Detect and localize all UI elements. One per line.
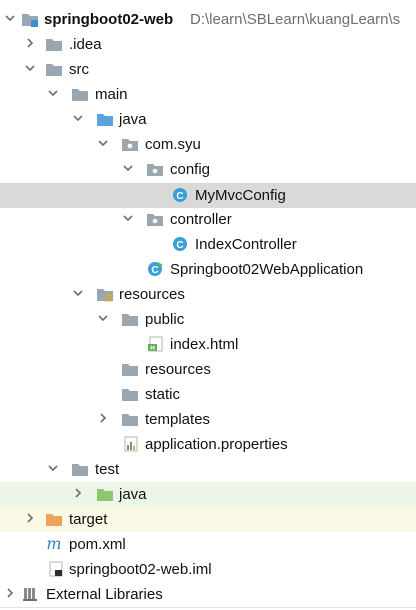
package-icon	[147, 164, 163, 176]
node-label: main	[95, 86, 128, 103]
folder-icon	[46, 39, 62, 51]
tree-node-properties[interactable]: application.properties	[0, 432, 416, 457]
node-label: controller	[170, 211, 232, 228]
tree-node-project[interactable]: springboot02-web D:\learn\SBLearn\kuangL…	[0, 7, 416, 32]
node-label: index.html	[170, 336, 239, 353]
chevron-down-icon[interactable]	[121, 161, 135, 175]
node-label: static	[145, 386, 181, 403]
chevron-down-icon[interactable]	[96, 311, 110, 325]
node-label: application.properties	[145, 436, 288, 453]
node-label: com.syu	[145, 136, 201, 153]
node-label: config	[170, 161, 211, 178]
tree-node-indexhtml[interactable]: H index.html	[0, 332, 416, 357]
node-label: templates	[145, 411, 211, 428]
tree-node-resources-sub[interactable]: resources	[0, 357, 416, 382]
chevron-right-icon[interactable]	[23, 511, 37, 525]
svg-text:m: m	[46, 536, 61, 552]
chevron-right-icon[interactable]	[23, 36, 37, 50]
tree-node-src[interactable]: src	[0, 57, 416, 82]
resources-folder-icon	[97, 289, 113, 302]
tree-node-idea[interactable]: .idea	[0, 32, 416, 57]
chevron-down-icon[interactable]	[23, 61, 37, 75]
node-label: target	[69, 511, 108, 528]
library-icon	[23, 588, 37, 601]
chevron-down-icon[interactable]	[46, 461, 60, 475]
svg-text:C: C	[176, 240, 183, 251]
svg-text:C: C	[176, 191, 183, 202]
svg-text:C: C	[151, 265, 158, 276]
tree-node-target[interactable]: target	[0, 507, 416, 532]
chevron-down-icon[interactable]	[121, 211, 135, 225]
package-icon	[147, 214, 163, 226]
folder-icon	[122, 364, 138, 376]
chevron-down-icon[interactable]	[3, 11, 17, 25]
tree-node-pom[interactable]: m pom.xml	[0, 532, 416, 557]
tree-node-package[interactable]: com.syu	[0, 132, 416, 157]
spring-boot-class-icon: C	[148, 262, 163, 276]
java-class-icon: C	[173, 188, 187, 202]
tree-node-main[interactable]: main	[0, 82, 416, 107]
folder-icon	[122, 414, 138, 426]
chevron-right-icon[interactable]	[71, 486, 85, 500]
folder-icon	[72, 89, 88, 101]
project-name: springboot02-web	[44, 11, 174, 28]
tree-node-java[interactable]: java	[0, 107, 416, 132]
excluded-folder-icon	[46, 514, 62, 526]
node-label: public	[145, 311, 185, 328]
properties-file-icon	[124, 436, 138, 452]
tree-node-static[interactable]: static	[0, 382, 416, 407]
chevron-down-icon[interactable]	[71, 111, 85, 125]
tree-node-resources[interactable]: resources	[0, 282, 416, 307]
bottom-divider	[0, 607, 416, 608]
tree-node-iml[interactable]: springboot02-web.iml	[0, 557, 416, 582]
node-label: resources	[145, 361, 211, 378]
module-file-icon	[49, 561, 63, 577]
project-tree: springboot02-web D:\learn\SBLearn\kuangL…	[0, 0, 416, 610]
node-label: java	[119, 486, 147, 503]
test-source-folder-icon	[97, 489, 113, 501]
node-label: Springboot02WebApplication	[170, 261, 364, 278]
node-label: src	[69, 61, 89, 78]
node-label: .idea	[69, 36, 102, 53]
tree-node-test[interactable]: test	[0, 457, 416, 482]
tree-node-templates[interactable]: templates	[0, 407, 416, 432]
node-label: IndexController	[195, 236, 297, 253]
tree-node-indexcontroller[interactable]: C IndexController	[0, 232, 416, 257]
chevron-right-icon[interactable]	[3, 586, 17, 600]
node-label: pom.xml	[69, 536, 126, 553]
tree-node-public[interactable]: public	[0, 307, 416, 332]
maven-icon: m	[46, 536, 61, 552]
folder-icon	[122, 314, 138, 326]
node-label: springboot02-web.iml	[69, 561, 212, 578]
java-class-icon: C	[173, 237, 187, 251]
html-file-icon: H	[148, 336, 163, 352]
node-label: java	[119, 111, 147, 128]
folder-icon	[72, 464, 88, 476]
node-label: External Libraries	[46, 586, 163, 603]
tree-node-application[interactable]: C Springboot02WebApplication	[0, 257, 416, 282]
source-folder-icon	[97, 114, 113, 126]
node-label: test	[95, 461, 120, 478]
chevron-down-icon[interactable]	[46, 86, 60, 100]
node-label: resources	[119, 286, 185, 303]
tree-node-controller[interactable]: controller	[0, 207, 416, 232]
package-icon	[122, 139, 138, 151]
chevron-down-icon[interactable]	[71, 286, 85, 300]
project-path: D:\learn\SBLearn\kuangLearn\s	[190, 11, 401, 28]
tree-node-mymvcconfig[interactable]: C MyMvcConfig	[0, 183, 416, 208]
chevron-right-icon[interactable]	[96, 411, 110, 425]
tree-node-external-libraries[interactable]: External Libraries	[0, 582, 416, 607]
chevron-down-icon[interactable]	[96, 136, 110, 150]
svg-text:H: H	[150, 345, 155, 352]
folder-icon	[122, 389, 138, 401]
tree-node-config[interactable]: config	[0, 157, 416, 182]
tree-node-test-java[interactable]: java	[0, 482, 416, 507]
module-folder-icon	[22, 14, 38, 27]
folder-icon	[46, 64, 62, 76]
node-label: MyMvcConfig	[195, 187, 286, 204]
